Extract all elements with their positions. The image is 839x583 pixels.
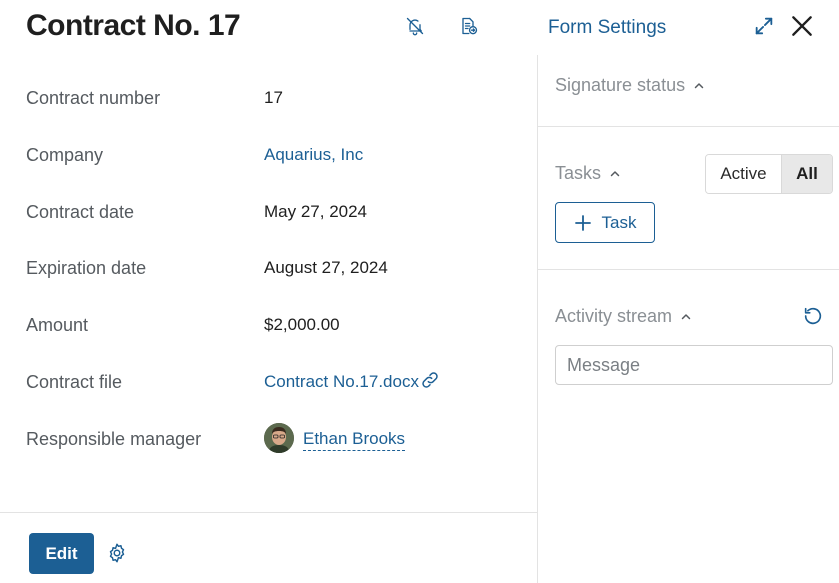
manager-link[interactable]: Ethan Brooks <box>303 429 406 451</box>
field-value: 17 <box>264 88 283 107</box>
edit-button[interactable]: Edit <box>29 533 94 574</box>
field-responsible-manager: Responsible manager Ethan Brooks <box>26 423 526 459</box>
field-company: Company Aquarius, Inc <box>26 145 526 175</box>
field-label: Expiration date <box>26 258 147 278</box>
field-amount: Amount $2,000.00 <box>26 315 526 345</box>
chevron-up-icon <box>681 313 691 319</box>
contract-details-panel: Contract number 17 Company Aquarius, Inc… <box>0 55 537 583</box>
field-value: August 27, 2024 <box>264 258 388 277</box>
field-label: Contract date <box>26 202 135 222</box>
section-divider <box>538 269 839 270</box>
company-link[interactable]: Aquarius, Inc <box>264 145 363 165</box>
signature-status-section[interactable]: Signature status <box>555 75 705 96</box>
field-label: Contract file <box>26 372 123 392</box>
filter-active-option[interactable]: Active <box>706 155 782 193</box>
document-send-icon[interactable] <box>456 14 480 38</box>
tasks-label: Tasks <box>555 163 602 183</box>
field-label: Company <box>26 145 104 165</box>
chevron-up-icon <box>610 170 620 176</box>
contract-file-link[interactable]: Contract No.17.docx <box>264 372 419 392</box>
filter-all-option[interactable]: All <box>782 155 832 193</box>
expand-icon[interactable] <box>752 14 776 38</box>
field-contract-file: Contract file Contract No.17.docx <box>26 372 526 402</box>
field-contract-number: Contract number 17 <box>26 88 526 118</box>
field-value: May 27, 2024 <box>264 202 368 221</box>
field-label: Amount <box>26 315 89 335</box>
signature-status-label: Signature status <box>555 75 686 95</box>
form-settings-link[interactable]: Form Settings <box>548 17 666 39</box>
link-icon[interactable] <box>420 370 442 392</box>
plus-icon <box>574 214 591 231</box>
section-divider <box>538 126 839 127</box>
header: Contract No. 17 Form Settings <box>0 0 839 55</box>
field-label: Contract number <box>26 88 161 108</box>
field-expiration-date: Expiration date August 27, 2024 <box>26 258 526 288</box>
field-contract-date: Contract date May 27, 2024 <box>26 202 526 232</box>
close-icon[interactable] <box>789 13 815 39</box>
avatar[interactable] <box>264 423 294 453</box>
activity-stream-section[interactable]: Activity stream <box>555 306 692 327</box>
message-input[interactable] <box>555 345 833 385</box>
refresh-icon[interactable] <box>802 305 824 327</box>
field-value: $2,000.00 <box>264 315 340 334</box>
activity-stream-label: Activity stream <box>555 306 673 326</box>
footer-divider <box>0 512 537 513</box>
tasks-section[interactable]: Tasks <box>555 163 621 184</box>
add-task-button[interactable]: Task <box>555 202 655 243</box>
field-label: Responsible manager <box>26 429 202 449</box>
bell-off-icon[interactable] <box>403 14 427 38</box>
panel-divider <box>537 55 538 583</box>
page-title: Contract No. 17 <box>26 9 241 42</box>
gear-icon[interactable] <box>106 542 128 564</box>
add-task-label: Task <box>601 212 637 232</box>
task-filter-toggle: Active All <box>705 154 833 194</box>
chevron-up-icon <box>694 82 704 88</box>
